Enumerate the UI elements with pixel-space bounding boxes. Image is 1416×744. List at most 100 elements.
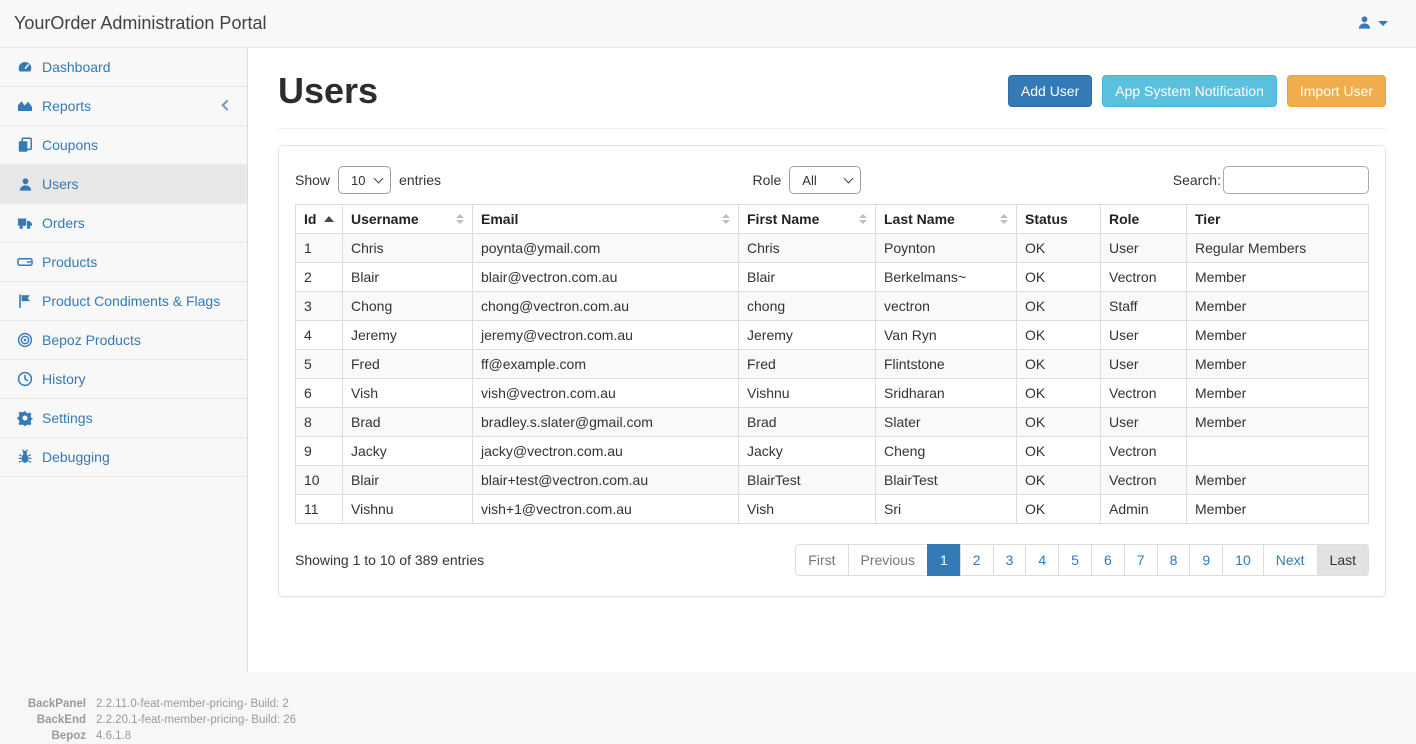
table-row[interactable]: 6Vishvish@vectron.com.auVishnuSridharanO…: [296, 379, 1369, 408]
column-header-id[interactable]: Id: [296, 205, 343, 234]
pagination-next[interactable]: Next: [1263, 544, 1318, 576]
version-row: BackEnd2.2.20.1-feat-member-pricing- Bui…: [22, 712, 1416, 728]
sidebar-item-label: Coupons: [42, 137, 98, 153]
sidebar-item-coupons[interactable]: Coupons: [0, 126, 247, 165]
table-row[interactable]: 4Jeremyjeremy@vectron.com.auJeremyVan Ry…: [296, 321, 1369, 350]
sort-icon: [722, 214, 730, 224]
users-table: Id Username Email First Name Last Name: [295, 204, 1369, 524]
entries-summary: Showing 1 to 10 of 389 entries: [295, 552, 484, 568]
column-header-username[interactable]: Username: [343, 205, 473, 234]
sidebar-item-label: Users: [42, 176, 79, 192]
search-control: Search:: [1173, 166, 1369, 194]
sidebar-item-label: Product Condiments & Flags: [42, 293, 220, 309]
version-row: BackPanel2.2.11.0-feat-member-pricing- B…: [22, 696, 1416, 712]
pagination-page-10[interactable]: 10: [1222, 544, 1264, 576]
add-user-button[interactable]: Add User: [1008, 75, 1092, 107]
version-footer: BackPanel2.2.11.0-feat-member-pricing- B…: [0, 672, 1416, 744]
sidebar-item-users[interactable]: Users: [0, 165, 247, 204]
pagination-page-5[interactable]: 5: [1058, 544, 1092, 576]
table-row[interactable]: 2Blairblair@vectron.com.auBlairBerkelman…: [296, 263, 1369, 292]
sort-icon: [859, 214, 867, 224]
coupons-icon: [16, 137, 34, 153]
page-size-control: Show 10 entries: [295, 166, 441, 194]
sidebar-item-orders[interactable]: Orders: [0, 204, 247, 243]
app-title: YourOrder Administration Portal: [14, 13, 266, 34]
column-header-last-name[interactable]: Last Name: [876, 205, 1017, 234]
table-row[interactable]: 11Vishnuvish+1@vectron.com.auVishSriOKAd…: [296, 495, 1369, 524]
page-actions: Add User App System Notification Import …: [1008, 75, 1386, 107]
role-label: Role: [753, 172, 782, 188]
pagination-page-2[interactable]: 2: [960, 544, 994, 576]
sidebar-item-label: Settings: [42, 410, 93, 426]
gear-icon: [16, 410, 34, 426]
users-panel: Show 10 entries Role All: [278, 145, 1386, 597]
flag-icon: [16, 293, 34, 309]
page-size-select[interactable]: 10: [338, 166, 391, 194]
search-label: Search:: [1173, 172, 1221, 188]
sidebar-item-history[interactable]: History: [0, 360, 247, 399]
user-icon: [16, 177, 34, 192]
sort-icon: [456, 214, 464, 224]
pagination-previous[interactable]: Previous: [848, 544, 928, 576]
sidebar-item-label: Reports: [42, 98, 91, 114]
pagination-first[interactable]: First: [795, 544, 848, 576]
bug-icon: [16, 449, 34, 465]
collapse-chevron-icon[interactable]: [221, 100, 232, 111]
chart-area-icon: [16, 98, 34, 114]
sidebar-item-label: Debugging: [42, 449, 110, 465]
app-system-notification-button[interactable]: App System Notification: [1102, 75, 1277, 107]
sidebar-item-product-condiments-flags[interactable]: Product Condiments & Flags: [0, 282, 247, 321]
main-content: Users Add User App System Notification I…: [248, 48, 1416, 672]
pagination-page-6[interactable]: 6: [1091, 544, 1125, 576]
divider: [278, 128, 1386, 129]
sidebar-item-reports[interactable]: Reports: [0, 87, 247, 126]
sort-icon: [1000, 214, 1008, 224]
pagination-last[interactable]: Last: [1317, 544, 1369, 576]
column-header-role[interactable]: Role: [1101, 205, 1187, 234]
search-input[interactable]: [1223, 166, 1369, 194]
pagination-page-9[interactable]: 9: [1189, 544, 1223, 576]
role-filter-select[interactable]: All: [789, 166, 861, 194]
table-row[interactable]: 10Blairblair+test@vectron.com.auBlairTes…: [296, 466, 1369, 495]
import-user-button[interactable]: Import User: [1287, 75, 1386, 107]
sidebar-item-debugging[interactable]: Debugging: [0, 438, 247, 477]
sidebar-item-label: Bepoz Products: [42, 332, 141, 348]
table-row[interactable]: 1Chrispoynta@ymail.comChrisPoyntonOKUser…: [296, 234, 1369, 263]
clock-icon: [16, 371, 34, 387]
column-header-tier[interactable]: Tier: [1187, 205, 1369, 234]
pagination-page-8[interactable]: 8: [1157, 544, 1191, 576]
table-row[interactable]: 3Chongchong@vectron.com.auchongvectronOK…: [296, 292, 1369, 321]
sidebar-item-bepoz-products[interactable]: Bepoz Products: [0, 321, 247, 360]
table-row[interactable]: 5Fredff@example.comFredFlintstoneOKUserM…: [296, 350, 1369, 379]
drive-icon: [16, 254, 34, 270]
table-row[interactable]: 8Bradbradley.s.slater@gmail.comBradSlate…: [296, 408, 1369, 437]
bullseye-icon: [16, 332, 34, 348]
sidebar-item-products[interactable]: Products: [0, 243, 247, 282]
table-row[interactable]: 9Jackyjacky@vectron.com.auJackyChengOKVe…: [296, 437, 1369, 466]
entries-label: entries: [399, 172, 441, 188]
column-header-email[interactable]: Email: [473, 205, 739, 234]
user-icon: [1357, 15, 1372, 33]
pagination-page-7[interactable]: 7: [1124, 544, 1158, 576]
sidebar-item-label: History: [42, 371, 86, 387]
version-row: Bepoz4.6.1.8: [22, 728, 1416, 744]
pagination-page-1[interactable]: 1: [927, 544, 961, 576]
pagination-page-3[interactable]: 3: [993, 544, 1027, 576]
sidebar-item-settings[interactable]: Settings: [0, 399, 247, 438]
column-header-first-name[interactable]: First Name: [739, 205, 876, 234]
show-label: Show: [295, 172, 330, 188]
role-filter-control: Role All: [753, 166, 862, 194]
top-navbar: YourOrder Administration Portal: [0, 0, 1416, 48]
column-header-status[interactable]: Status: [1017, 205, 1101, 234]
sidebar-item-dashboard[interactable]: Dashboard: [0, 48, 247, 87]
sidebar-item-label: Products: [42, 254, 97, 270]
dashboard-icon: [16, 59, 34, 75]
pagination: First Previous 1 2 3 4 5 6 7 8 9 10 Next…: [795, 544, 1369, 576]
chevron-down-icon: [1378, 21, 1388, 26]
sidebar-item-label: Dashboard: [42, 59, 111, 75]
sort-asc-icon: [324, 216, 334, 222]
pagination-page-4[interactable]: 4: [1025, 544, 1059, 576]
truck-icon: [16, 215, 34, 231]
page-title: Users: [278, 70, 378, 112]
user-menu[interactable]: [1357, 15, 1388, 33]
